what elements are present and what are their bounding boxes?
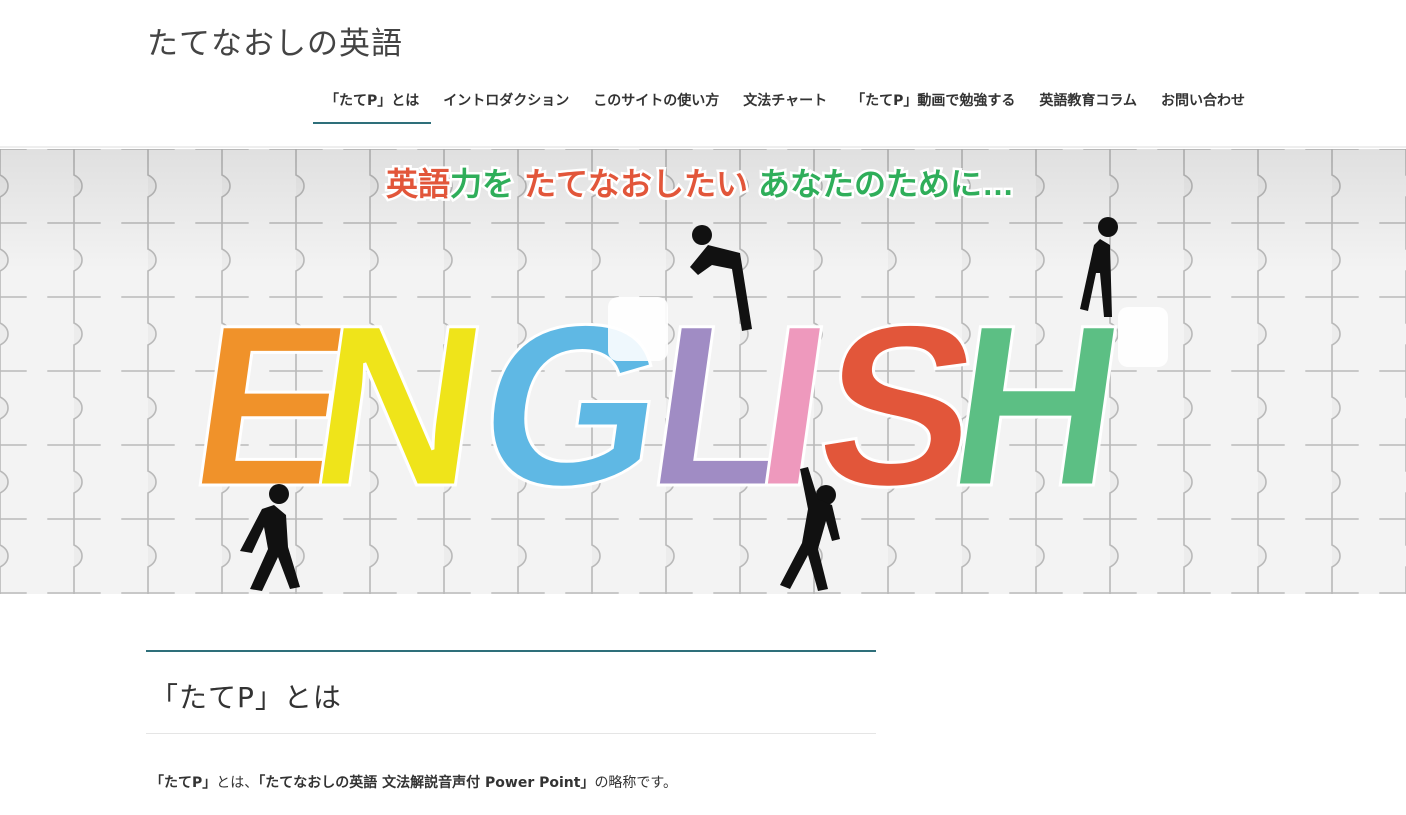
site-header: たてなおしの英語 「たてP」とは イントロダクション このサイトの使い方 文法チ… xyxy=(0,0,1406,148)
tagline-part-for-you: あなたのために… xyxy=(758,166,1014,202)
hero-image: 英語力を たてなおしたい あなたのために… ENGLISH xyxy=(0,149,1406,594)
nav-item-contact[interactable]: お問い合わせ xyxy=(1149,84,1257,124)
intro-term: 「たてP」 xyxy=(150,775,217,791)
puzzle-gap xyxy=(608,297,668,361)
main-content: 「たてP」とは 「たてP」とは、「たてなおしの英語 文法解説音声付 Power … xyxy=(146,650,876,792)
intro-mid: とは、 xyxy=(216,775,259,791)
puzzle-gap xyxy=(1118,307,1168,367)
nav-item-tatep[interactable]: 「たてP」とは xyxy=(313,84,432,124)
nav-item-column[interactable]: 英語教育コラム xyxy=(1027,84,1149,124)
tagline-part-english: 英語 xyxy=(386,166,450,202)
nav-item-video-study[interactable]: 「たてP」動画で勉強する xyxy=(839,84,1027,124)
intro-tail: の略称です。 xyxy=(594,775,678,791)
intro-full-name: 「たてなおしの英語 文法解説音声付 Power Point」 xyxy=(258,775,595,791)
nav-item-grammar-chart[interactable]: 文法チャート xyxy=(731,84,839,124)
main-nav: 「たてP」とは イントロダクション このサイトの使い方 文法チャート 「たてP」… xyxy=(313,84,1257,124)
hero-banner: 英語力を たてなおしたい あなたのために… ENGLISH xyxy=(0,149,1406,594)
tagline-part-rebuild: たてなおしたい xyxy=(524,166,748,202)
intro-text: 「たてP」とは、「たてなおしの英語 文法解説音声付 Power Point」の略… xyxy=(146,772,876,792)
nav-item-how-to-use[interactable]: このサイトの使い方 xyxy=(581,84,731,124)
tagline-part-power: 力を xyxy=(450,166,514,202)
site-title[interactable]: たてなおしの英語 xyxy=(147,18,403,63)
nav-item-introduction[interactable]: イントロダクション xyxy=(431,84,581,124)
hero-tagline: 英語力を たてなおしたい あなたのために… xyxy=(386,166,1014,202)
page-heading: 「たてP」とは xyxy=(146,652,876,734)
